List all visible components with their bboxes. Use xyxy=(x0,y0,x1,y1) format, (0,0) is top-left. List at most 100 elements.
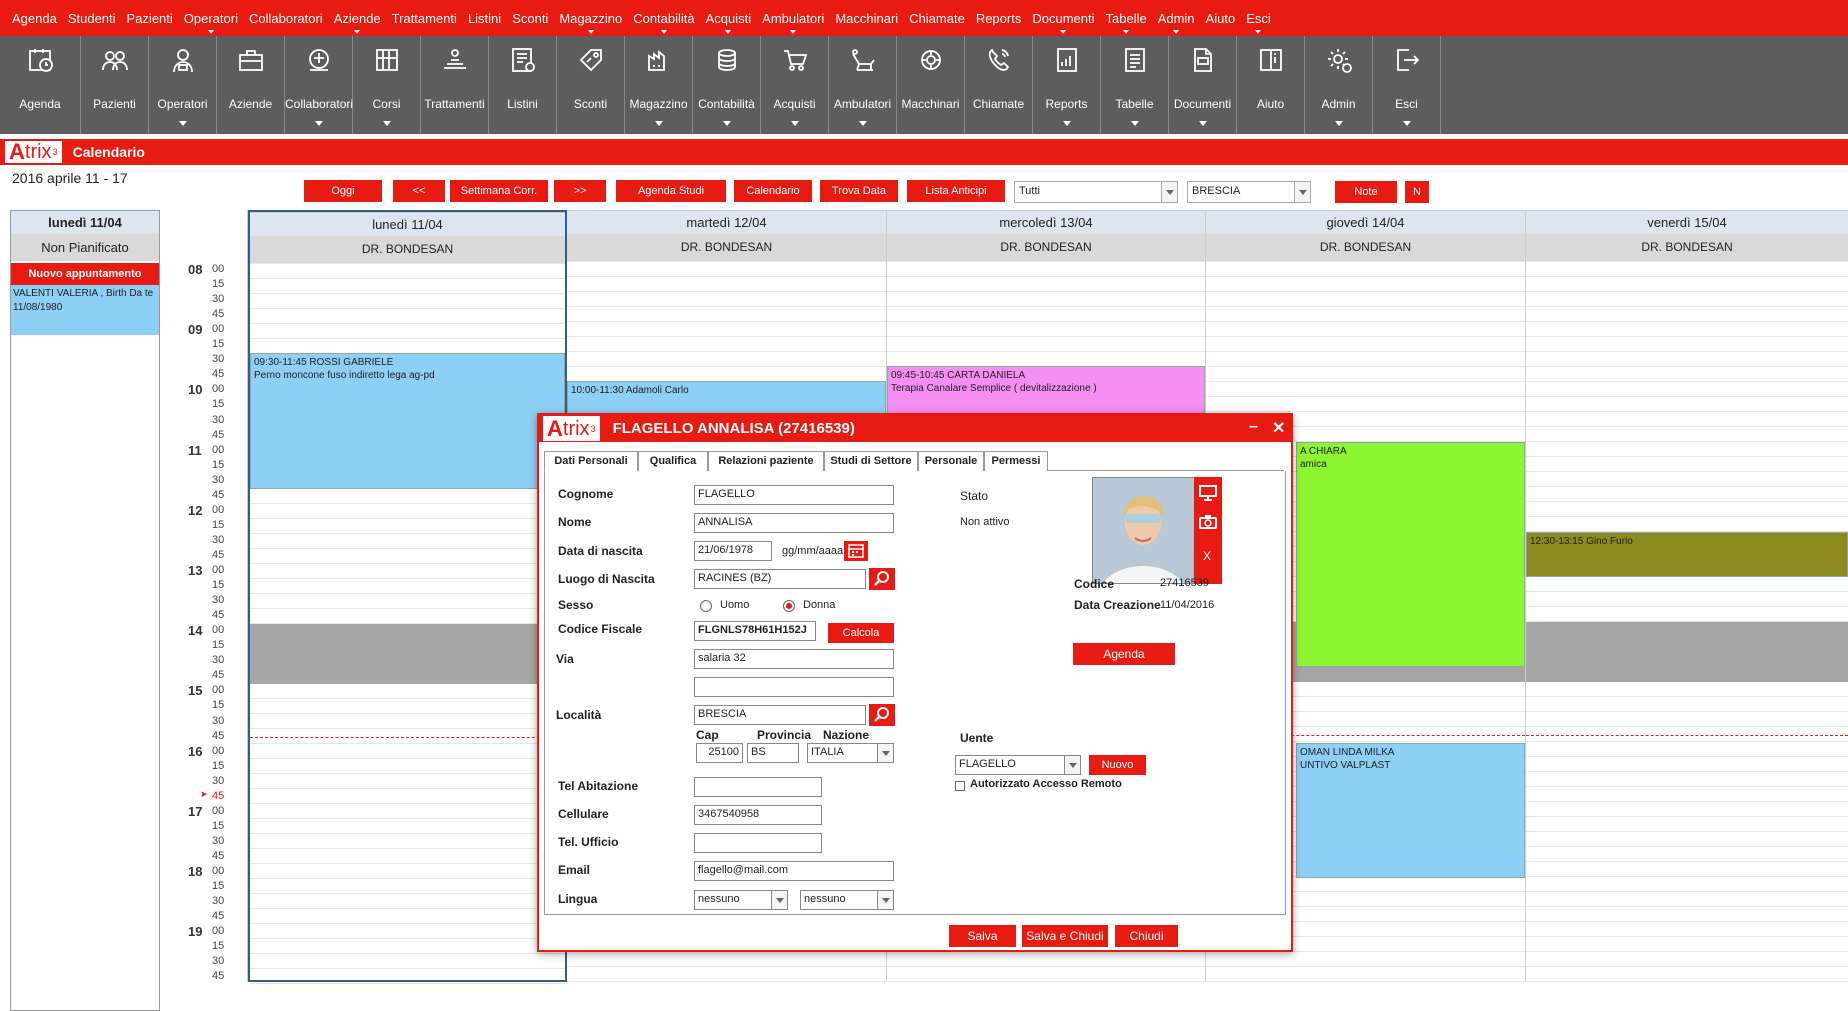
notes-button[interactable]: Note xyxy=(1335,181,1397,203)
menu-item-aiuto[interactable]: Aiuto xyxy=(1206,11,1236,26)
fiscal-code-field[interactable]: FLGNLS78H61H152J xyxy=(694,621,816,641)
agenda-studi-button[interactable]: Agenda Studi xyxy=(616,180,726,202)
office-phone-field[interactable] xyxy=(694,833,822,853)
menu-item-aziende[interactable]: Aziende xyxy=(334,11,381,34)
menu-item-listini[interactable]: Listini xyxy=(468,11,501,26)
unscheduled-appointment[interactable]: VALENTI VALERIA , Birth Da te 11/08/1980 xyxy=(11,285,159,335)
toolbar-button-esci[interactable]: Esci xyxy=(1373,36,1441,134)
find-date-button[interactable]: Trova Data xyxy=(820,180,898,202)
current-week-button[interactable]: Settimana Corr. xyxy=(450,180,548,202)
menu-item-agenda[interactable]: Agenda xyxy=(12,11,57,26)
menu-item-ambulatori[interactable]: Ambulatori xyxy=(762,11,824,34)
cognome-field[interactable]: FLAGELLO xyxy=(694,485,894,505)
language2-combo[interactable]: nessuno xyxy=(800,890,894,910)
screen-icon[interactable] xyxy=(1199,485,1217,501)
menu-item-macchinari[interactable]: Macchinari xyxy=(835,11,898,26)
today-button[interactable]: Oggi xyxy=(304,180,382,202)
menu-item-chiamate[interactable]: Chiamate xyxy=(909,11,965,26)
birthdate-field[interactable]: 21/06/1978 xyxy=(694,541,772,561)
appointment-block[interactable]: A CHIARA amica xyxy=(1296,441,1525,668)
menu-item-esci[interactable]: Esci xyxy=(1246,11,1271,34)
search-icon[interactable] xyxy=(869,704,895,726)
search-icon[interactable] xyxy=(869,568,895,590)
toolbar-button-ambulatori[interactable]: Ambulatori xyxy=(829,36,897,134)
prev-week-button[interactable]: << xyxy=(393,180,445,202)
new-appointment-button[interactable]: Nuovo appuntamento xyxy=(11,263,159,285)
chevron-down-icon[interactable] xyxy=(1161,182,1177,202)
menu-item-magazzino[interactable]: Magazzino xyxy=(559,11,622,34)
day-column[interactable]: lunedì 11/04 DR. BONDESAN 09:30-11:45 ROSS… xyxy=(248,210,567,984)
close-button[interactable]: Chiudi xyxy=(1115,925,1178,947)
save-button[interactable]: Salva xyxy=(949,925,1016,947)
street-line2-field[interactable] xyxy=(694,677,894,697)
toolbar-button-agenda[interactable]: Agenda xyxy=(0,36,81,134)
tab-permessi[interactable]: Permessi xyxy=(984,451,1048,471)
menu-item-trattamenti[interactable]: Trattamenti xyxy=(392,11,457,26)
toolbar-button-reports[interactable]: Reports xyxy=(1033,36,1101,134)
email-field[interactable]: flagello@mail.com xyxy=(694,861,894,881)
calendar-button[interactable]: Calendario xyxy=(734,180,812,202)
calcola-button[interactable]: Calcola xyxy=(828,623,894,643)
tab-dati-personali[interactable]: Dati Personali xyxy=(544,451,638,471)
nome-field[interactable]: ANNALISA xyxy=(694,513,894,533)
chevron-down-icon[interactable] xyxy=(771,891,787,909)
cap-field[interactable]: 25100 xyxy=(696,743,743,763)
advance-list-button[interactable]: Lista Anticipi xyxy=(907,180,1005,202)
menu-item-reports[interactable]: Reports xyxy=(976,11,1022,26)
menu-item-studenti[interactable]: Studenti xyxy=(68,11,116,26)
toolbar-button-admin[interactable]: Admin xyxy=(1305,36,1373,134)
chevron-down-icon[interactable] xyxy=(877,891,893,909)
user-combo[interactable]: FLAGELLO xyxy=(955,755,1081,775)
nation-combo[interactable]: ITALIA xyxy=(807,743,894,763)
appointment-block[interactable]: 12:30-13:15 Gino Furio xyxy=(1526,531,1848,578)
chevron-down-icon[interactable] xyxy=(877,744,893,762)
new-user-button[interactable]: Nuovo xyxy=(1089,755,1146,775)
close-icon[interactable]: ✕ xyxy=(1272,418,1285,438)
street-field[interactable]: salaria 32 xyxy=(694,649,894,669)
tab-qualifica[interactable]: Qualifica xyxy=(638,451,708,471)
photo-remove-button[interactable]: X xyxy=(1203,549,1211,563)
menu-item-pazienti[interactable]: Pazienti xyxy=(127,11,173,26)
toolbar-button-magazzino[interactable]: Magazzino xyxy=(625,36,693,134)
save-and-close-button[interactable]: Salva e Chiudi xyxy=(1022,925,1108,947)
city-field[interactable]: BRESCIA xyxy=(694,705,866,725)
toolbar-button-aziende[interactable]: Aziende xyxy=(217,36,285,134)
menu-item-collaboratori[interactable]: Collaboratori xyxy=(249,11,323,26)
sex-female-radio[interactable] xyxy=(783,600,795,612)
camera-icon[interactable] xyxy=(1199,515,1217,529)
minimize-icon[interactable]: – xyxy=(1249,418,1258,436)
toolbar-button-macchinari[interactable]: Macchinari xyxy=(897,36,965,134)
next-week-button[interactable]: >> xyxy=(554,180,606,202)
agenda-button[interactable]: Agenda xyxy=(1073,643,1175,665)
city-combo[interactable]: BRESCIA xyxy=(1187,181,1311,203)
menu-item-tabelle[interactable]: Tabelle xyxy=(1105,11,1147,34)
toolbar-button-collaboratori[interactable]: Collaboratori xyxy=(285,36,353,134)
tab-studi-di-settore[interactable]: Studi di Settore xyxy=(824,451,918,471)
toolbar-button-corsi[interactable]: Corsi xyxy=(353,36,421,134)
toolbar-button-operatori[interactable]: Operatori xyxy=(149,36,217,134)
toolbar-button-acquisti[interactable]: Acquisti xyxy=(761,36,829,134)
toolbar-button-chiamate[interactable]: Chiamate xyxy=(965,36,1033,134)
day-column[interactable]: venerdì 15/04 DR. BONDESAN 12:30-13:15 Gin… xyxy=(1526,210,1848,982)
toolbar-button-aiuto[interactable]: Aiuto xyxy=(1237,36,1305,134)
language1-combo[interactable]: nessuno xyxy=(694,890,788,910)
birthplace-field[interactable]: RACINES (BZ) xyxy=(694,569,866,589)
n-button[interactable]: N xyxy=(1405,181,1429,203)
toolbar-button-trattamenti[interactable]: Trattamenti xyxy=(421,36,489,134)
time-grid[interactable]: 12:30-13:15 Gino Furio xyxy=(1526,261,1848,982)
tab-relazioni-paziente[interactable]: Relazioni paziente xyxy=(708,451,824,471)
remote-access-checkbox[interactable] xyxy=(955,781,965,791)
tab-personale[interactable]: Personale xyxy=(918,451,984,471)
appointment-block[interactable]: 09:30-11:45 ROSSI GABRIELE Perno moncone … xyxy=(250,353,565,489)
menu-item-admin[interactable]: Admin xyxy=(1158,11,1195,34)
home-phone-field[interactable] xyxy=(694,777,822,797)
mobile-field[interactable]: 3467540958 xyxy=(694,805,822,825)
menu-item-sconti[interactable]: Sconti xyxy=(512,11,548,26)
calendar-picker-icon[interactable] xyxy=(844,541,868,561)
appointment-block[interactable]: OMAN LINDA MILKA UNTIVO VALPLAST xyxy=(1296,742,1525,879)
chevron-down-icon[interactable] xyxy=(1294,182,1310,202)
sex-male-radio[interactable] xyxy=(700,600,712,612)
menu-item-operatori[interactable]: Operatori xyxy=(184,11,238,34)
toolbar-button-documenti[interactable]: Documenti xyxy=(1169,36,1237,134)
toolbar-button-contabilit[interactable]: Contabilità xyxy=(693,36,761,134)
